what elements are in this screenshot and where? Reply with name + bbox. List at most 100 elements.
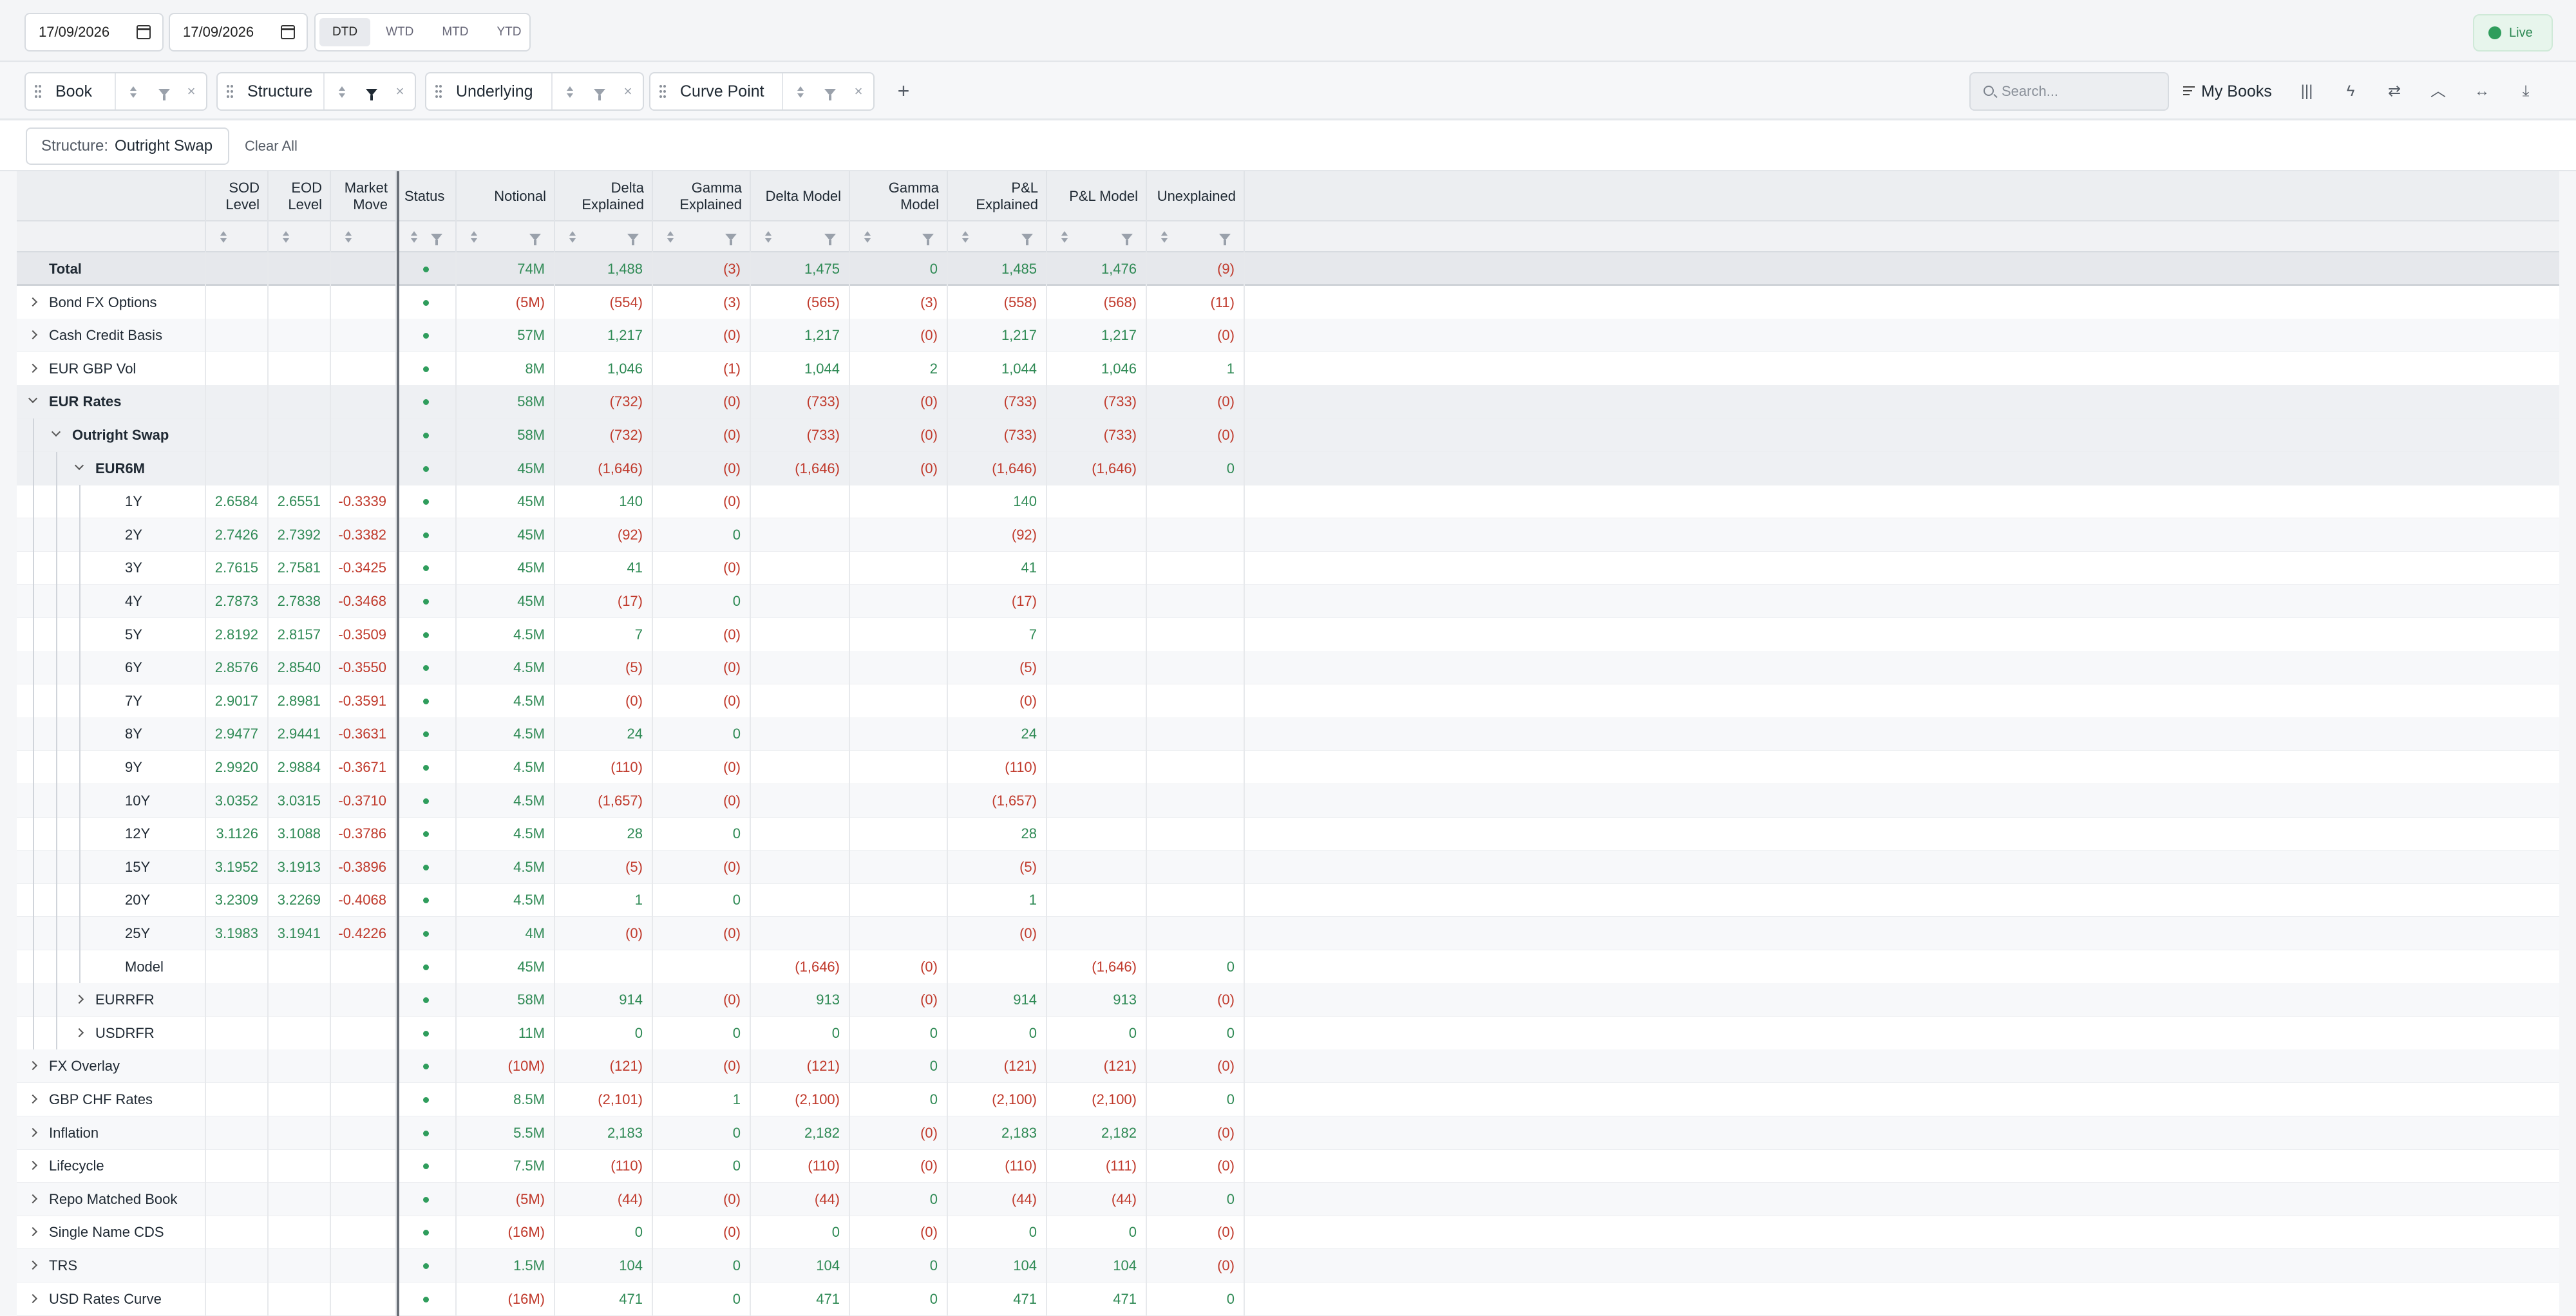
sort-icon[interactable] — [410, 230, 419, 244]
sort-icon[interactable] — [863, 230, 872, 244]
column-header-sod[interactable]: SOD Level — [206, 171, 269, 221]
chevron-right-icon[interactable] — [28, 1094, 38, 1104]
search-field[interactable] — [1969, 72, 2169, 111]
chevron-right-icon[interactable] — [28, 330, 38, 340]
group-chip-book[interactable]: Book × — [24, 72, 207, 111]
drag-handle-icon[interactable] — [227, 85, 234, 99]
group-chip-label: Underlying — [456, 82, 533, 100]
chevron-right-icon[interactable] — [28, 1227, 38, 1237]
clear-all-button[interactable]: Clear All — [245, 127, 298, 165]
sort-icon[interactable] — [344, 230, 353, 244]
live-status-badge[interactable]: Live — [2473, 14, 2553, 52]
column-header-status[interactable]: Status — [397, 171, 457, 221]
cell-dmod: (110) — [751, 1149, 850, 1183]
filter-icon[interactable] — [824, 234, 836, 245]
date-from-input[interactable]: 17/09/2026 — [24, 13, 164, 52]
remove-icon[interactable]: × — [842, 73, 875, 109]
filter-icon[interactable] — [814, 73, 846, 109]
chevron-right-icon[interactable] — [28, 297, 38, 306]
group-chip-label: Curve Point — [680, 82, 764, 100]
remove-icon[interactable]: × — [175, 73, 207, 109]
collapse-icon[interactable]: ︿ — [2420, 72, 2456, 111]
chevron-right-icon[interactable] — [28, 1061, 38, 1071]
my-books-button[interactable]: My Books — [2183, 72, 2272, 111]
cell-pexp: 0 — [948, 1016, 1047, 1050]
chevron-down-icon[interactable] — [74, 460, 84, 470]
column-header-mkt[interactable]: Market Move — [331, 171, 397, 221]
filter-active-icon[interactable] — [355, 73, 388, 109]
cell-unexp — [1147, 751, 1245, 784]
chevron-right-icon[interactable] — [28, 363, 38, 373]
expand-width-icon[interactable]: ↔ — [2464, 72, 2500, 111]
chevron-down-icon[interactable] — [51, 427, 61, 437]
filter-icon[interactable] — [1121, 234, 1133, 245]
chevron-right-icon[interactable] — [74, 1028, 84, 1037]
column-header-eod[interactable]: EOD Level — [269, 171, 331, 221]
date-to-input[interactable]: 17/09/2026 — [169, 13, 308, 52]
filter-icon[interactable] — [725, 234, 737, 245]
group-chip-structure[interactable]: Structure × — [216, 72, 416, 111]
download-icon[interactable]: ⤓ — [2508, 72, 2544, 111]
column-header-pexp[interactable]: P&L Explained — [948, 171, 1047, 221]
chevron-right-icon[interactable] — [28, 1127, 38, 1137]
cell-gmod: (0) — [850, 1149, 948, 1183]
column-header-notional[interactable]: Notional — [457, 171, 555, 221]
chevron-right-icon[interactable] — [28, 1293, 38, 1303]
column-header-dexp[interactable]: Delta Explained — [555, 171, 653, 221]
search-input[interactable] — [2002, 77, 2163, 106]
column-header-dmod[interactable]: Delta Model — [751, 171, 850, 221]
sort-icon[interactable] — [1060, 230, 1069, 244]
cell-status — [397, 1016, 457, 1050]
sort-icon[interactable] — [219, 230, 228, 244]
period-wtd-button[interactable]: WTD — [373, 18, 426, 46]
period-dtd-button[interactable]: DTD — [319, 18, 371, 46]
columns-icon[interactable]: ||| — [2289, 72, 2325, 111]
group-chip-curve-point[interactable]: Curve Point × — [649, 72, 875, 111]
sort-icon[interactable] — [1160, 230, 1169, 244]
filter-icon[interactable] — [431, 234, 442, 245]
filter-chip-structure[interactable]: Structure: Outright Swap — [26, 127, 229, 165]
sort-icon[interactable] — [326, 73, 358, 109]
group-chip-underlying[interactable]: Underlying × — [425, 72, 644, 111]
drag-handle-icon[interactable] — [35, 85, 43, 99]
add-group-button[interactable]: + — [887, 72, 920, 111]
filter-icon[interactable] — [529, 234, 541, 245]
row-label: EUR GBP Vol — [49, 360, 137, 377]
drag-handle-icon[interactable] — [659, 85, 667, 99]
swap-icon[interactable]: ⇄ — [2376, 72, 2412, 111]
column-header-unexp[interactable]: Unexplained — [1147, 171, 1245, 221]
sort-icon[interactable] — [961, 230, 970, 244]
column-header-gmod[interactable]: Gamma Model — [850, 171, 948, 221]
sort-icon[interactable] — [666, 230, 675, 244]
filter-icon[interactable] — [583, 73, 616, 109]
period-mtd-button[interactable]: MTD — [429, 18, 481, 46]
sort-icon[interactable] — [469, 230, 478, 244]
column-header-gexp[interactable]: Gamma Explained — [653, 171, 751, 221]
remove-icon[interactable]: × — [612, 73, 644, 109]
sort-icon[interactable] — [281, 230, 290, 244]
chevron-down-icon[interactable] — [28, 394, 38, 404]
sort-icon[interactable] — [568, 230, 577, 244]
drag-handle-icon[interactable] — [435, 85, 443, 99]
sort-icon[interactable] — [117, 73, 149, 109]
tree-guide — [56, 784, 57, 818]
sort-icon[interactable] — [784, 73, 817, 109]
filter-icon[interactable] — [922, 234, 934, 245]
row-label-cell: 10Y — [17, 784, 206, 818]
chevron-right-icon[interactable] — [28, 1194, 38, 1203]
calendar-icon[interactable] — [281, 25, 295, 39]
sort-icon[interactable] — [764, 230, 773, 244]
cell-dmod — [751, 817, 850, 851]
remove-icon[interactable]: × — [384, 73, 416, 109]
filter-icon[interactable] — [1021, 234, 1033, 245]
chevron-right-icon[interactable] — [28, 1161, 38, 1170]
filter-icon[interactable] — [627, 234, 639, 245]
lightning-icon[interactable]: ϟ — [2333, 72, 2369, 111]
filter-icon[interactable] — [1219, 234, 1231, 245]
sort-icon[interactable] — [554, 73, 586, 109]
column-header-pmod[interactable]: P&L Model — [1047, 171, 1147, 221]
chevron-right-icon[interactable] — [74, 995, 84, 1004]
chevron-right-icon[interactable] — [28, 1260, 38, 1270]
calendar-icon[interactable] — [137, 25, 151, 39]
period-ytd-button[interactable]: YTD — [484, 18, 534, 46]
